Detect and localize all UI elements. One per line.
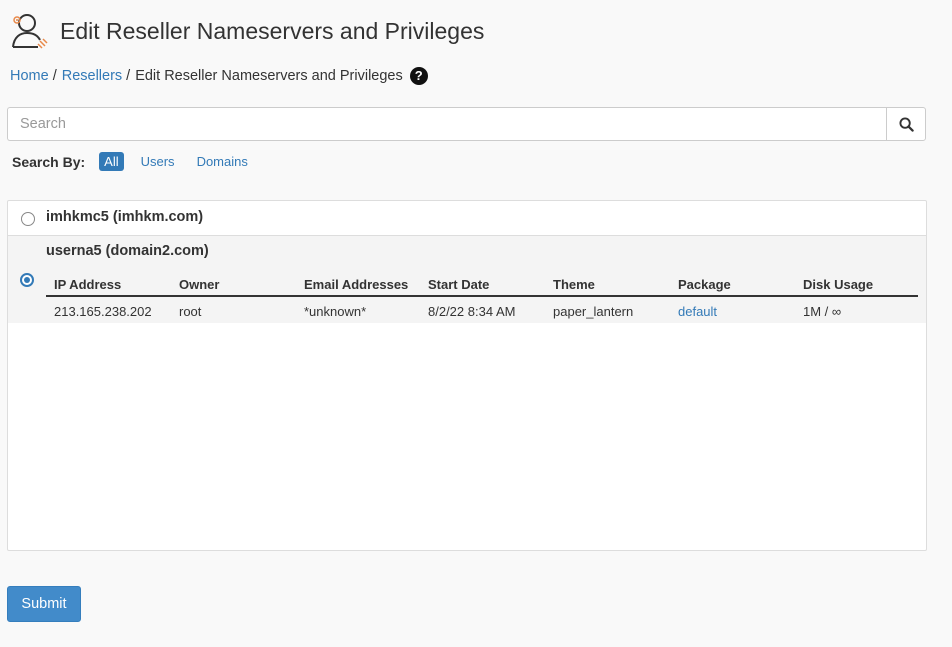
reseller-name: imhkmc5 (imhkm.com) <box>46 209 204 225</box>
search-by-all[interactable]: All <box>99 152 124 171</box>
reseller-details-table: IP Address Owner Email Addresses Start D… <box>46 273 918 319</box>
search-button[interactable] <box>886 107 926 141</box>
column-theme: Theme <box>545 273 670 297</box>
search-by-filter: Search By: All Users Domains <box>12 152 265 171</box>
search-by-domains[interactable]: Domains <box>192 152 253 171</box>
reseller-name: userna5 (domain2.com) <box>46 243 209 259</box>
breadcrumb-separator: / <box>126 68 131 84</box>
reseller-radio-selected[interactable] <box>20 273 34 287</box>
search-bar <box>7 107 926 141</box>
reseller-radio[interactable] <box>21 212 35 226</box>
help-icon[interactable]: ? <box>409 67 428 85</box>
breadcrumb-separator: / <box>52 68 57 84</box>
column-start-date: Start Date <box>420 273 545 297</box>
reseller-row[interactable]: imhkmc5 (imhkm.com) <box>8 201 926 236</box>
reseller-list: imhkmc5 (imhkm.com) userna5 (domain2.com… <box>7 200 927 551</box>
breadcrumb: Home / Resellers / Edit Reseller Nameser… <box>10 67 428 85</box>
search-by-label: Search By: <box>12 153 86 170</box>
breadcrumb-current: Edit Reseller Nameservers and Privileges <box>135 68 403 84</box>
cell-ip-address: 213.165.238.202 <box>54 304 152 319</box>
cell-package: default <box>670 296 795 319</box>
column-email-addresses: Email Addresses <box>296 273 420 297</box>
cell-theme: paper_lantern <box>553 304 634 319</box>
cell-owner: root <box>179 304 202 319</box>
search-by-users[interactable]: Users <box>136 152 180 171</box>
breadcrumb-resellers-link[interactable]: Resellers <box>62 68 122 84</box>
package-link[interactable]: default <box>678 304 717 319</box>
page-header: Edit Reseller Nameservers and Privileges <box>10 10 484 52</box>
search-icon <box>898 116 914 132</box>
column-disk-usage: Disk Usage <box>795 273 918 297</box>
cell-start-date: 8/2/22 8:34 AM <box>428 304 516 319</box>
column-ip-address: IP Address <box>46 273 171 297</box>
column-package: Package <box>670 273 795 297</box>
column-owner: Owner <box>171 273 296 297</box>
search-input[interactable] <box>7 107 886 141</box>
reseller-icon <box>12 14 48 49</box>
cell-email: *unknown* <box>304 304 367 319</box>
submit-button[interactable]: Submit <box>7 586 81 622</box>
table-row: 213.165.238.202 root *unknown* 8/2/22 8:… <box>46 296 918 319</box>
cell-disk-usage: 1M / ∞ <box>803 304 842 319</box>
breadcrumb-home-link[interactable]: Home <box>10 68 49 84</box>
reseller-row-selected[interactable]: userna5 (domain2.com) IP Address Owner E… <box>8 236 926 323</box>
page-title: Edit Reseller Nameservers and Privileges <box>60 17 485 44</box>
